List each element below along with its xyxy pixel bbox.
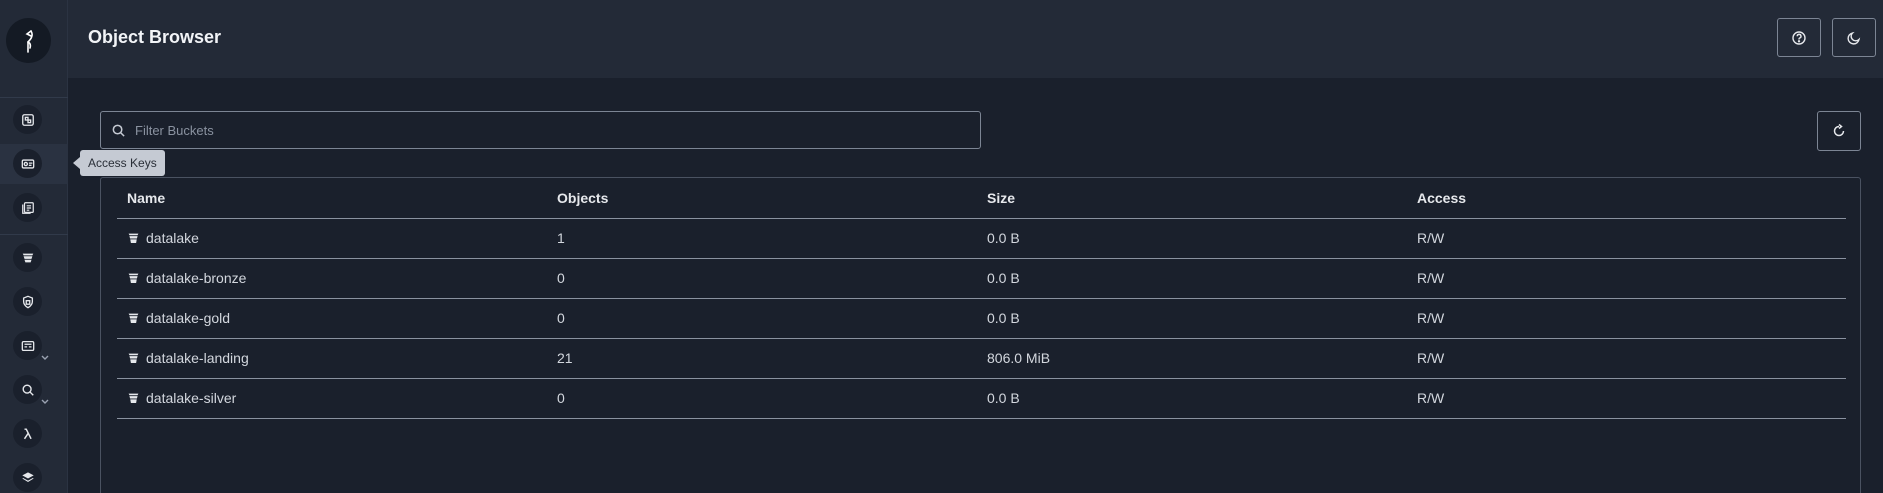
bucket-access: R/W [1407, 378, 1846, 419]
search-icon [112, 124, 125, 137]
sidebar-divider [0, 97, 68, 98]
buckets-table-panel: Name Objects Size Access datalake 1 0.0 … [100, 177, 1861, 493]
bucket-objects: 0 [547, 258, 977, 299]
identity-icon[interactable] [13, 331, 49, 360]
bucket-icon [128, 313, 139, 323]
bucket-name[interactable]: datalake-bronze [146, 270, 246, 286]
bucket-icon [128, 393, 139, 403]
bucket-name[interactable]: datalake-silver [146, 390, 236, 406]
heron-logo-icon[interactable] [6, 18, 51, 63]
bucket-name[interactable]: datalake [146, 230, 199, 246]
buckets-table: Name Objects Size Access datalake 1 0.0 … [117, 178, 1846, 419]
bucket-objects: 21 [547, 338, 977, 379]
policies-icon[interactable] [13, 287, 42, 316]
table-header-row: Name Objects Size Access [117, 178, 1846, 219]
search-input[interactable] [135, 112, 975, 148]
table-row[interactable]: datalake-bronze 0 0.0 B R/W [117, 258, 1846, 299]
page-title: Object Browser [88, 27, 222, 47]
bucket-size: 0.0 B [977, 258, 1407, 299]
bucket-icon [128, 353, 139, 363]
refresh-icon [1833, 123, 1845, 137]
dashboard-icon[interactable] [13, 105, 42, 134]
app: Access Keys Object Browser Name Objects … [0, 0, 1883, 493]
table-row[interactable]: datalake-landing 21 806.0 MiB R/W [117, 338, 1846, 379]
monitoring-icon[interactable] [13, 375, 49, 404]
bucket-objects: 0 [547, 378, 977, 419]
header: Object Browser [68, 0, 1883, 78]
bucket-access: R/W [1407, 338, 1846, 379]
chevron-down-icon [41, 399, 49, 404]
lambda-icon[interactable] [13, 419, 42, 448]
column-header-size[interactable]: Size [977, 178, 1407, 219]
tiers-icon[interactable] [13, 463, 42, 492]
table-row[interactable]: datalake-silver 0 0.0 B R/W [117, 378, 1846, 419]
bucket-objects: 1 [547, 218, 977, 259]
filter-buckets-search[interactable] [100, 111, 981, 149]
bucket-access: R/W [1407, 258, 1846, 299]
bucket-access: R/W [1407, 298, 1846, 339]
table-row[interactable]: datalake 1 0.0 B R/W [117, 218, 1846, 259]
help-circle-icon [1792, 30, 1806, 45]
table-row[interactable]: datalake-gold 0 0.0 B R/W [117, 298, 1846, 339]
moon-icon [1847, 31, 1861, 45]
bucket-name[interactable]: datalake-gold [146, 310, 230, 326]
help-button[interactable] [1777, 18, 1821, 57]
access-keys-icon[interactable] [13, 149, 42, 178]
chevron-down-icon [41, 355, 49, 360]
documentation-icon[interactable] [13, 193, 42, 222]
bucket-size: 0.0 B [977, 218, 1407, 259]
bucket-objects: 0 [547, 298, 977, 339]
bucket-icon [128, 233, 139, 243]
bucket-name[interactable]: datalake-landing [146, 350, 249, 366]
sidebar-divider [0, 234, 68, 235]
bucket-access: R/W [1407, 218, 1846, 259]
bucket-icon [128, 273, 139, 283]
bucket-size: 0.0 B [977, 378, 1407, 419]
buckets-icon[interactable] [13, 243, 42, 272]
theme-toggle-button[interactable] [1832, 18, 1876, 57]
column-header-objects[interactable]: Objects [547, 178, 977, 219]
access-keys-tooltip: Access Keys [73, 150, 165, 176]
column-header-name[interactable]: Name [117, 178, 547, 219]
bucket-size: 806.0 MiB [977, 338, 1407, 379]
refresh-button[interactable] [1817, 111, 1861, 151]
column-header-access[interactable]: Access [1407, 178, 1846, 219]
sidebar [0, 0, 68, 493]
bucket-size: 0.0 B [977, 298, 1407, 339]
